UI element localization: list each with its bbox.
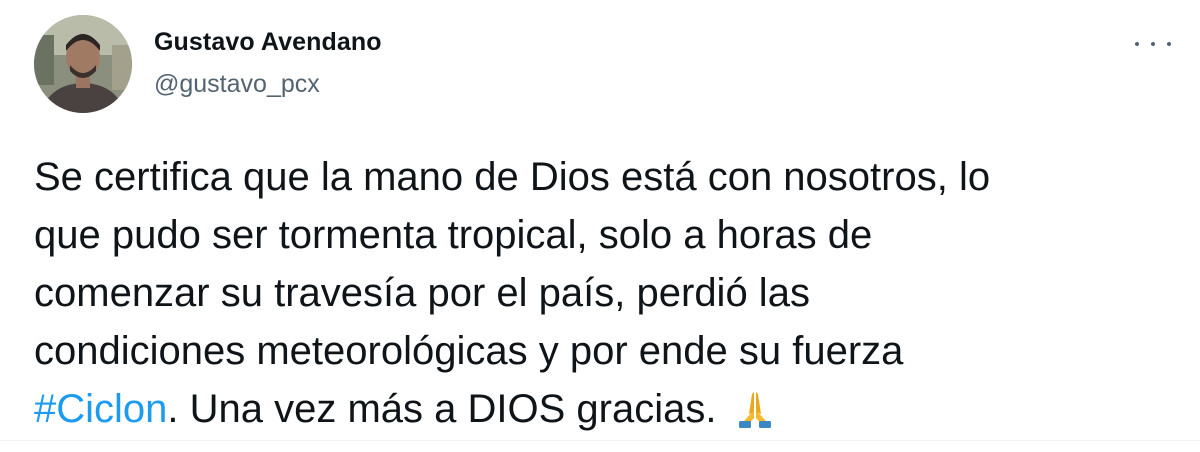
hashtag-link[interactable]: #Ciclon bbox=[34, 387, 167, 431]
tweet-text: Se certifica que la mano de Dios está co… bbox=[34, 148, 1184, 444]
tweet-card: Gustavo Avendano @gustavo_pcx Se certifi… bbox=[0, 0, 1200, 452]
tweet-text-line: que pudo ser tormenta tropical, solo a h… bbox=[34, 213, 873, 257]
tweet-text-line: condiciones meteorológicas y por ende su… bbox=[34, 329, 904, 373]
more-options-icon[interactable] bbox=[1135, 34, 1171, 54]
avatar-photo bbox=[34, 15, 132, 113]
avatar[interactable] bbox=[34, 15, 132, 113]
tweet-text-line: comenzar su travesía por el país, perdió… bbox=[34, 271, 810, 315]
tweet-text-tail: . Una vez más a DIOS gracias. bbox=[167, 387, 717, 431]
author-name[interactable]: Gustavo Avendano bbox=[154, 28, 382, 57]
praying-hands-icon bbox=[735, 386, 775, 444]
author-handle[interactable]: @gustavo_pcx bbox=[154, 70, 320, 99]
tweet-text-line-last: #Ciclon. Una vez más a DIOS gracias. bbox=[34, 380, 1184, 444]
tweet-text-line: Se certifica que la mano de Dios está co… bbox=[34, 155, 991, 199]
divider bbox=[0, 440, 1200, 441]
